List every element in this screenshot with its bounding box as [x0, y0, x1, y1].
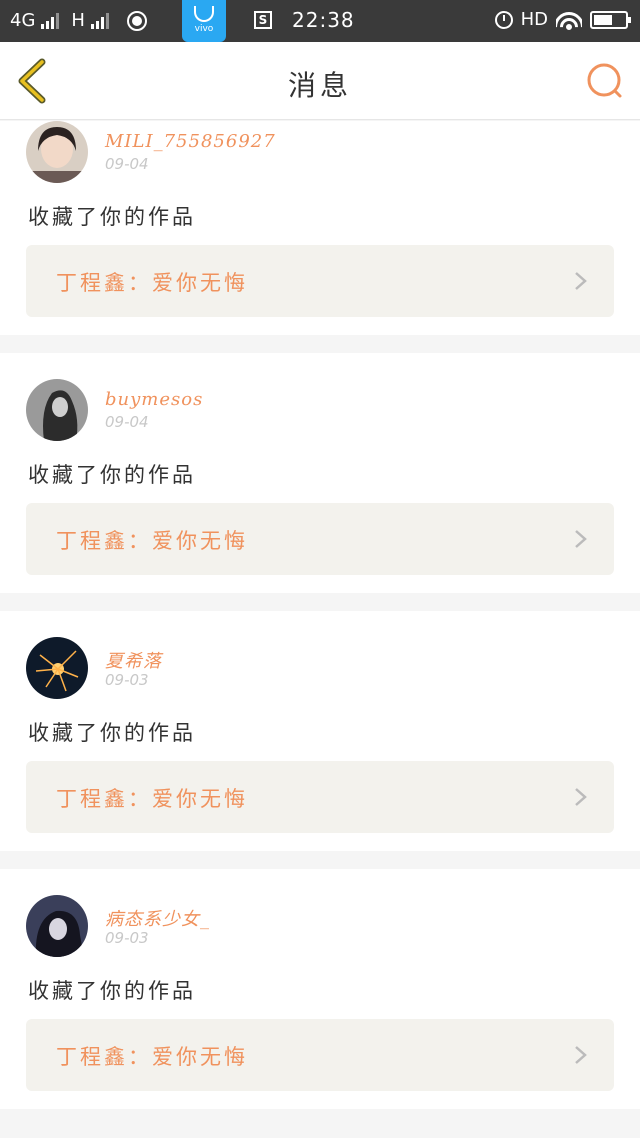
action-text: 收藏了你的作品 [28, 205, 196, 229]
notification-card: buymesos 09-04 收藏了你的作品 丁程鑫：爱你无悔 [0, 353, 640, 593]
username[interactable]: 夏希落 [105, 647, 162, 673]
network-indicators: 4G H [10, 10, 147, 31]
notification-feed: MILI_755856927 09-04 收藏了你的作品 丁程鑫：爱你无悔 bu… [0, 121, 640, 1127]
notification-card: 病态系少女_ 09-03 收藏了你的作品 丁程鑫：爱你无悔 [0, 869, 640, 1109]
action-text: 收藏了你的作品 [28, 721, 196, 745]
work-title: 丁程鑫：爱你无悔 [56, 271, 248, 295]
network-type-2: H [71, 10, 85, 31]
alarm-icon [494, 10, 513, 29]
battery-icon [590, 10, 631, 29]
battery-level [594, 14, 612, 25]
username[interactable]: buymesos [105, 389, 203, 410]
avatar[interactable] [26, 121, 88, 183]
page-title: 消息 [287, 69, 352, 102]
notification-card: MILI_755856927 09-04 收藏了你的作品 丁程鑫：爱你无悔 [0, 121, 640, 335]
chevron-right-icon [575, 530, 587, 548]
work-title: 丁程鑫：爱你无悔 [56, 787, 248, 811]
timestamp: 09-04 [105, 413, 149, 431]
system-indicators: HD [494, 9, 631, 30]
chevron-right-icon [575, 788, 587, 806]
search-button[interactable] [586, 62, 624, 100]
signal-icon [41, 12, 60, 29]
network-type: 4G [10, 10, 36, 31]
browser-icon [126, 10, 147, 31]
hd-indicator: HD [520, 9, 548, 30]
username[interactable]: MILI_755856927 [105, 131, 276, 152]
work-link[interactable]: 丁程鑫：爱你无悔 [26, 245, 614, 317]
search-icon [587, 63, 622, 98]
work-link[interactable]: 丁程鑫：爱你无悔 [26, 761, 614, 833]
chevron-right-icon [575, 272, 587, 290]
app-store-icon: vivo [182, 0, 226, 42]
nav-bar: 消息 [0, 42, 640, 120]
chevron-right-icon [575, 1046, 587, 1064]
work-link[interactable]: 丁程鑫：爱你无悔 [26, 1019, 614, 1091]
timestamp: 09-04 [105, 155, 149, 173]
status-bar: 4G H vivo S 22:38 HD [0, 0, 640, 42]
store-label: vivo [194, 24, 214, 34]
signal-icon-2 [90, 12, 109, 29]
work-title: 丁程鑫：爱你无悔 [56, 529, 248, 553]
action-text: 收藏了你的作品 [28, 979, 196, 1003]
timestamp: 09-03 [105, 929, 149, 947]
username[interactable]: 病态系少女_ [105, 905, 210, 931]
s-notification-icon: S [254, 11, 272, 29]
avatar[interactable] [26, 637, 88, 699]
avatar[interactable] [26, 379, 88, 441]
timestamp: 09-03 [105, 671, 149, 689]
action-text: 收藏了你的作品 [28, 463, 196, 487]
work-title: 丁程鑫：爱你无悔 [56, 1045, 248, 1069]
notification-card: 夏希落 09-03 收藏了你的作品 丁程鑫：爱你无悔 [0, 611, 640, 851]
wifi-icon [556, 9, 582, 30]
clock: 22:38 [292, 8, 355, 32]
avatar[interactable] [26, 895, 88, 957]
work-link[interactable]: 丁程鑫：爱你无悔 [26, 503, 614, 575]
